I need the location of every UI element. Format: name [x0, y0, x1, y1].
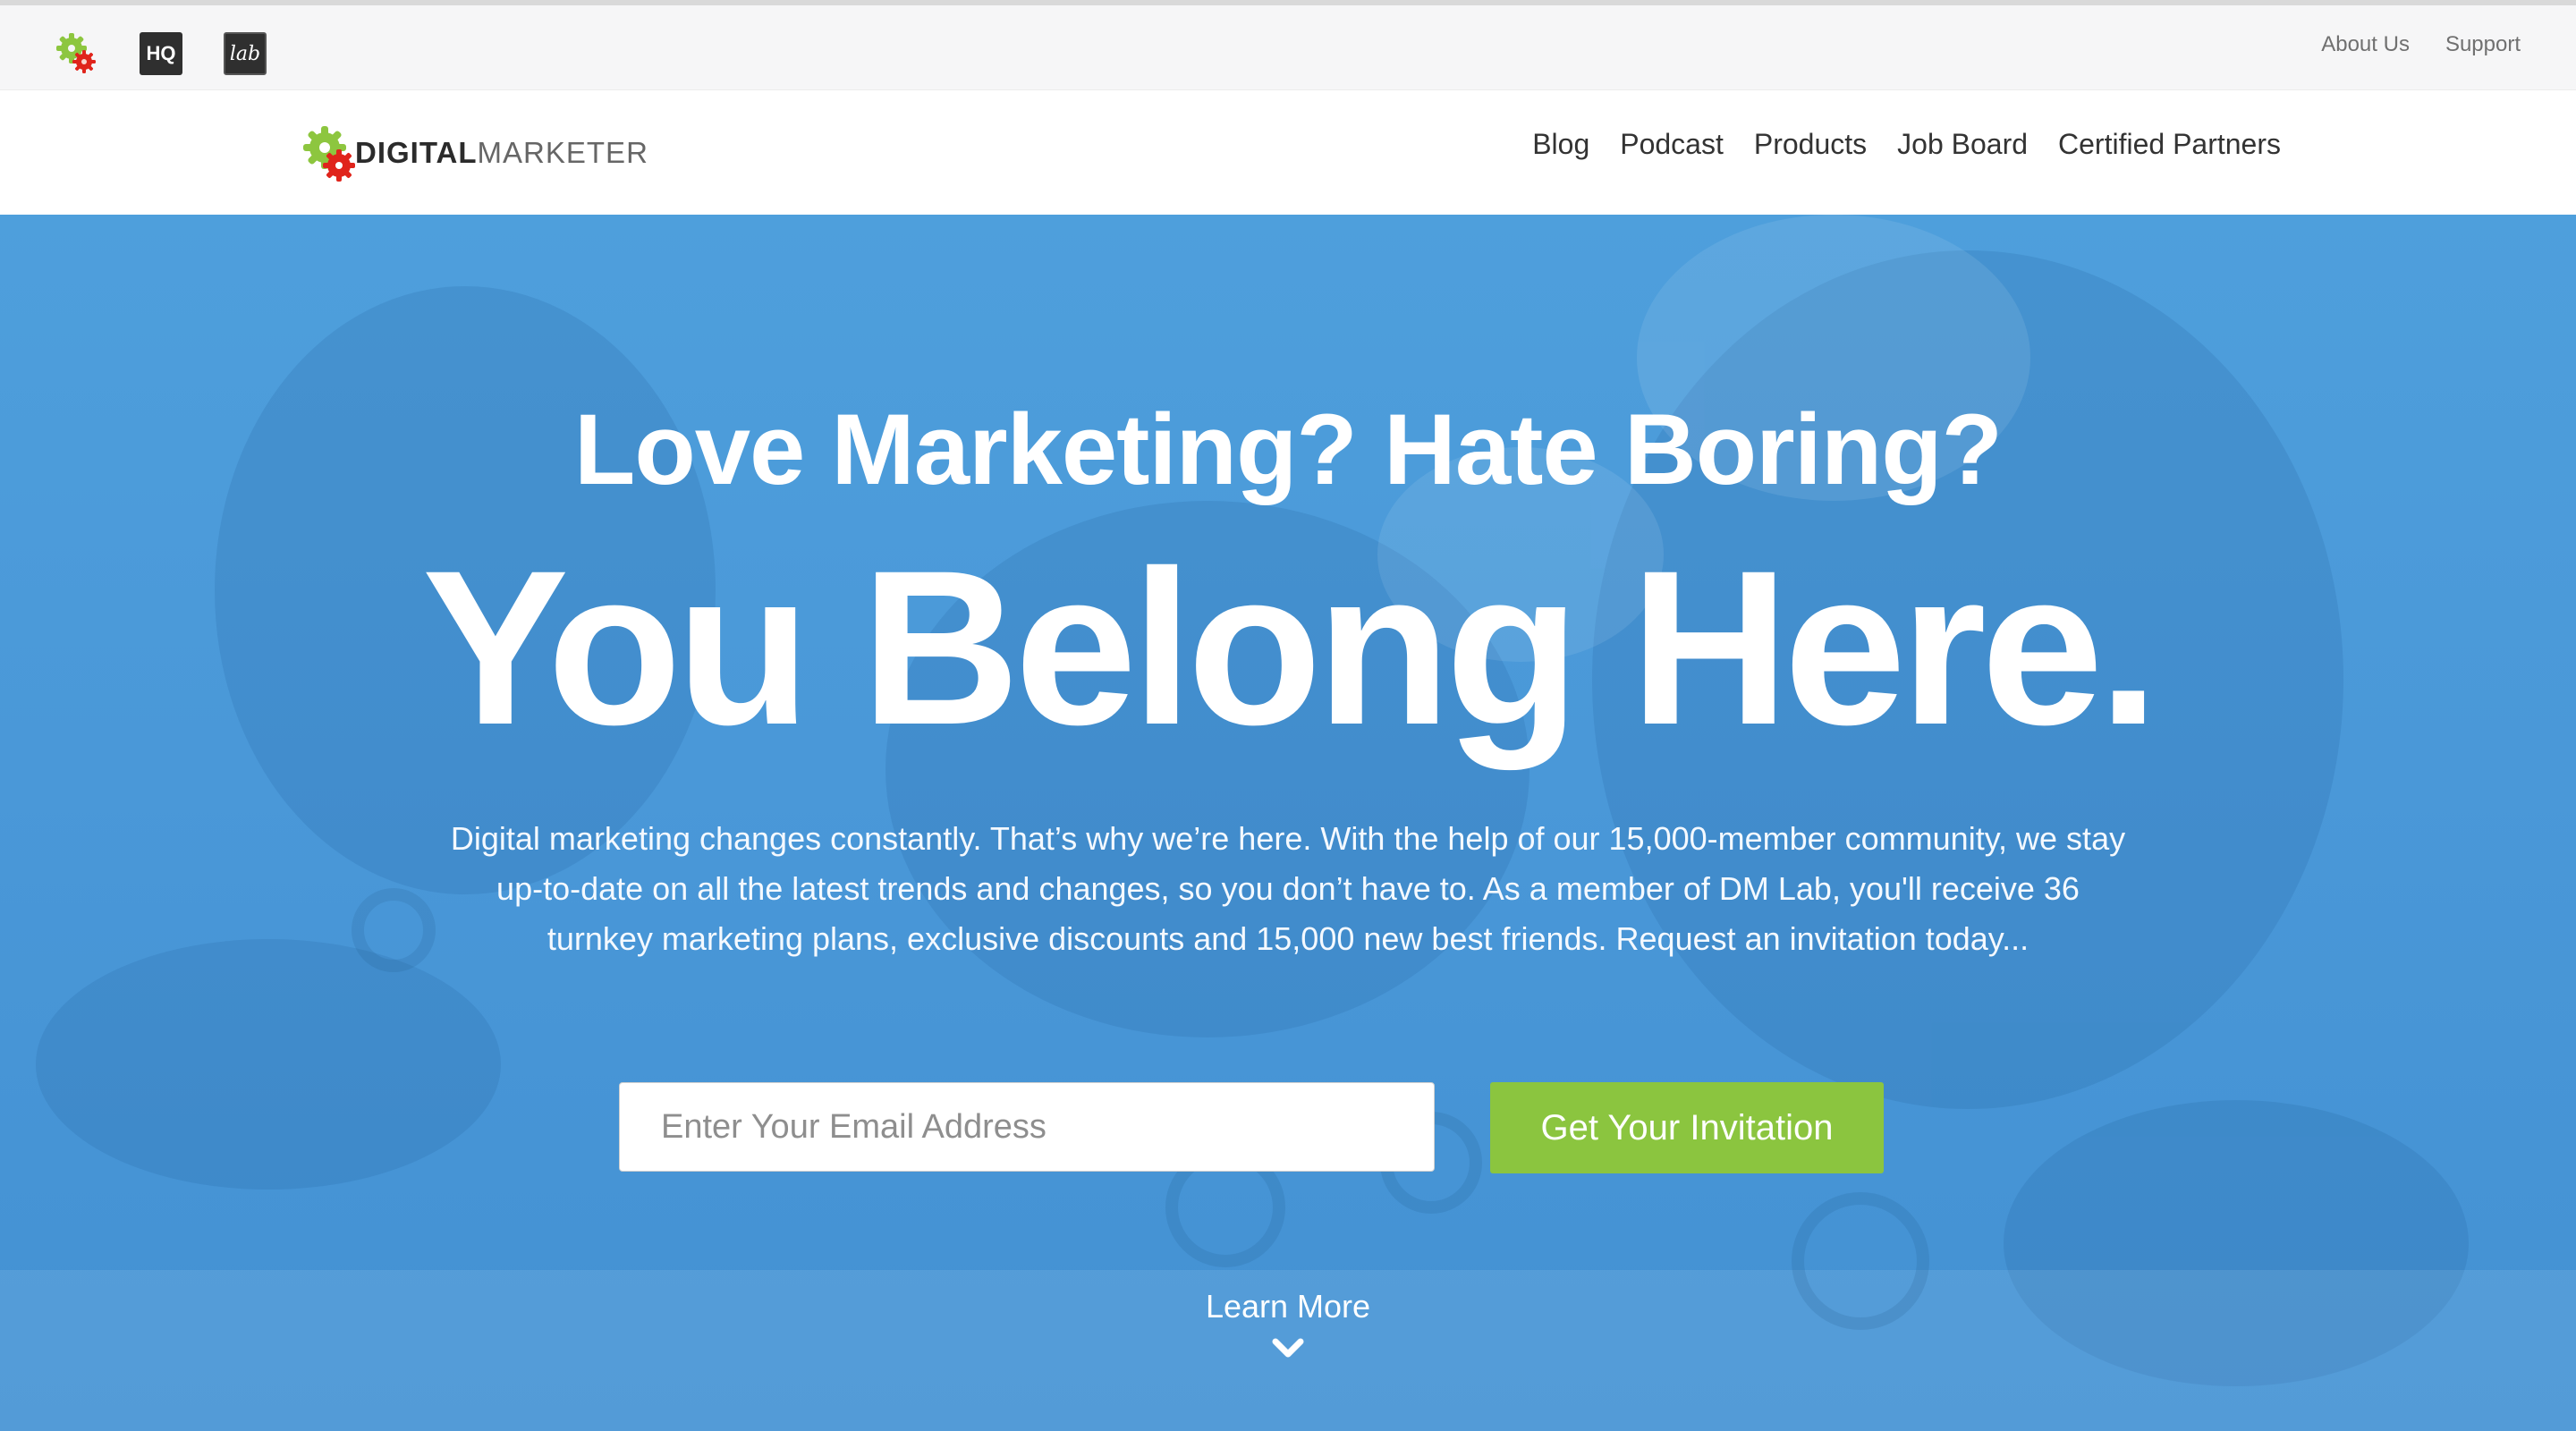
logo-text-light: MARKETER	[477, 136, 648, 169]
hq-badge-label: HQ	[140, 32, 182, 75]
hq-icon[interactable]: HQ	[138, 30, 184, 77]
lab-icon[interactable]: lab	[222, 30, 268, 77]
nav-item-blog[interactable]: Blog	[1532, 128, 1589, 161]
get-invitation-button[interactable]: Get Your Invitation	[1490, 1082, 1884, 1173]
lab-badge-label: lab	[224, 32, 267, 75]
utility-bar: HQ lab About Us Support	[0, 0, 2576, 90]
primary-nav: Blog Podcast Products Job Board Certifie…	[1532, 128, 2281, 161]
logo-text-bold: DIGITAL	[355, 136, 478, 169]
utility-links: About Us Support	[2321, 32, 2521, 57]
hero-section: Love Marketing? Hate Boring? You Belong …	[0, 215, 2576, 1431]
hero-subtitle: Love Marketing? Hate Boring?	[573, 394, 2003, 505]
digitalmarketer-gear-icon[interactable]	[54, 30, 100, 77]
email-input[interactable]	[619, 1082, 1435, 1172]
digitalmarketer-logo[interactable]: DIGITALMARKETER	[298, 117, 648, 189]
logo-text: DIGITALMARKETER	[355, 136, 648, 170]
support-link[interactable]: Support	[2445, 32, 2521, 57]
hero-description: Digital marketing changes constantly. Th…	[450, 820, 2126, 957]
about-us-link[interactable]: About Us	[2321, 32, 2410, 57]
main-nav: DIGITALMARKETER Blog Podcast Products Jo…	[0, 90, 2576, 215]
hero-content: Love Marketing? Hate Boring? You Belong …	[0, 215, 2576, 1431]
hero-title: You Belong Here.	[421, 525, 2159, 771]
nav-item-products[interactable]: Products	[1754, 128, 1867, 161]
learn-more-label[interactable]: Learn More	[0, 1288, 2576, 1325]
nav-item-podcast[interactable]: Podcast	[1620, 128, 1724, 161]
utility-icons: HQ lab	[54, 30, 268, 77]
nav-item-certified-partners[interactable]: Certified Partners	[2058, 128, 2281, 161]
nav-item-job-board[interactable]: Job Board	[1897, 128, 2028, 161]
chevron-down-icon[interactable]	[1270, 1336, 1306, 1361]
learn-more[interactable]: Learn More	[0, 1288, 2576, 1361]
invitation-form: Get Your Invitation	[619, 1082, 1884, 1173]
